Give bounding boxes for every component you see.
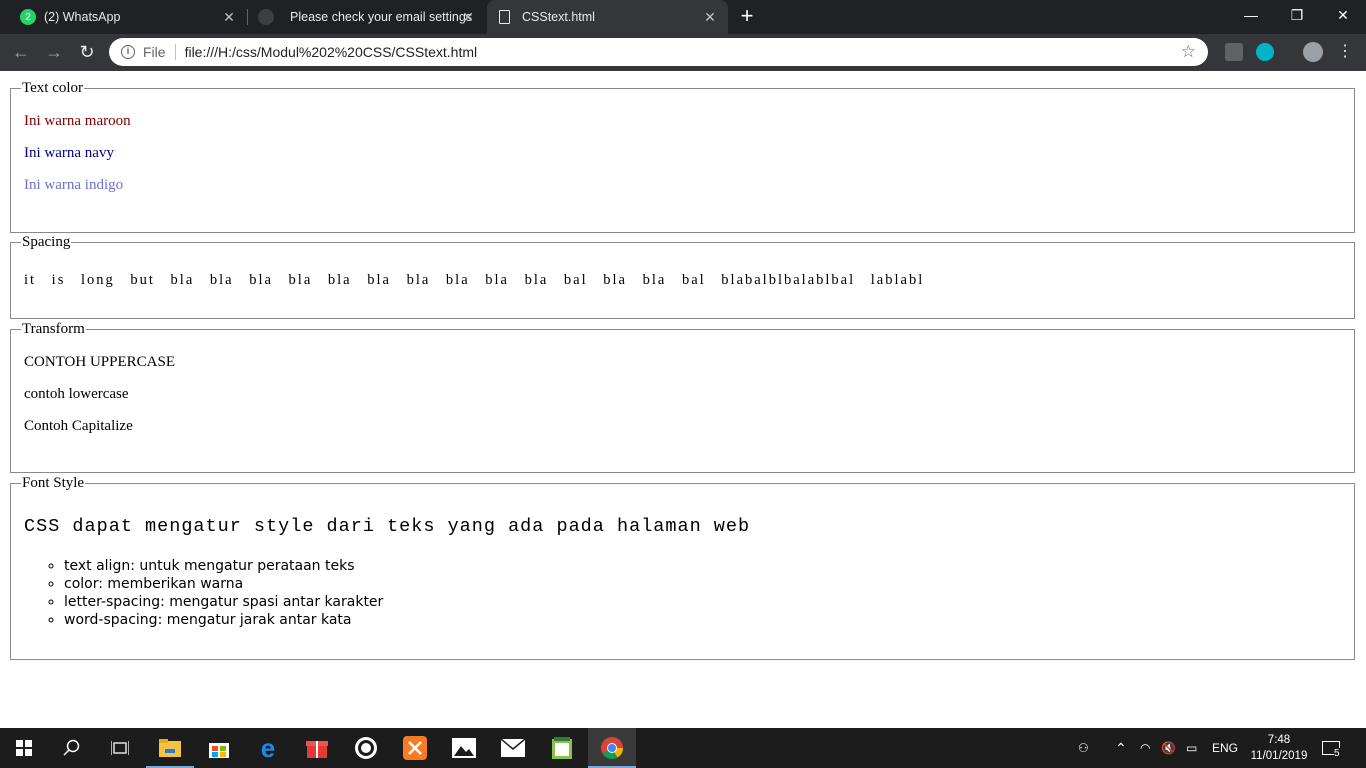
list-item: word-spacing: mengatur jarak antar kata — [64, 611, 1341, 629]
text-maroon: Ini warna maroon — [24, 113, 131, 129]
fieldset-font-style: Font Style CSS dapat mengatur style dari… — [10, 475, 1355, 660]
legend-transform: Transform — [22, 321, 85, 337]
reload-icon[interactable]: ↻ — [75, 40, 99, 64]
text-uppercase: CONTOH UPPERCASE — [24, 354, 176, 370]
windows-start-icon[interactable] — [0, 728, 48, 768]
legend-spacing: Spacing — [22, 234, 71, 250]
legend-font-style: Font Style — [22, 475, 85, 491]
close-tab-icon[interactable]: ✕ — [460, 9, 476, 25]
tab-csstext[interactable]: CSStext.html ✕ — [487, 0, 728, 34]
address-bar[interactable]: i File file:///H:/css/Modul%202%20CSS/CS… — [109, 38, 1208, 66]
speaker-muted-icon[interactable]: 🔇 — [1161, 728, 1176, 768]
close-tab-icon[interactable]: ✕ — [221, 9, 237, 25]
forward-arrow-icon[interactable]: → — [42, 40, 66, 64]
list-item: text align: untuk mengatur perataan teks — [64, 557, 1341, 575]
info-icon[interactable]: i — [121, 45, 135, 59]
tab-email-settings[interactable]: Please check your email settings ✕ — [248, 0, 486, 34]
whatsapp-icon: 2 — [20, 9, 36, 25]
profile-avatar-icon[interactable] — [1303, 42, 1323, 62]
close-tab-icon[interactable]: ✕ — [702, 9, 718, 25]
minimize-button[interactable]: — — [1228, 0, 1274, 30]
mail-icon[interactable] — [489, 728, 537, 768]
back-arrow-icon[interactable]: ← — [9, 40, 33, 64]
url-text[interactable]: file:///H:/css/Modul%202%20CSS/CSStext.h… — [185, 44, 478, 60]
chevron-up-icon[interactable]: ⌃ — [1115, 728, 1127, 768]
legend-text-color: Text color — [22, 80, 84, 96]
bookmark-star-icon[interactable]: ☆ — [1181, 42, 1196, 62]
page-icon — [499, 10, 510, 24]
whatsapp-icon[interactable] — [342, 728, 390, 768]
notification-center-icon[interactable]: 5 — [1322, 728, 1340, 768]
chrome-icon[interactable] — [588, 728, 636, 768]
language-indicator[interactable]: ENG — [1212, 728, 1238, 768]
menu-kebab-icon[interactable]: ⋮ — [1333, 40, 1357, 64]
search-icon[interactable] — [48, 728, 96, 768]
tab-title: CSStext.html — [522, 10, 595, 24]
close-window-button[interactable]: ✕ — [1320, 0, 1366, 30]
file-explorer-icon[interactable] — [146, 728, 194, 768]
tab-strip: 2 (2) WhatsApp ✕ Please check your email… — [0, 0, 1366, 34]
photos-icon[interactable] — [440, 728, 488, 768]
scheme-label: File — [143, 44, 166, 60]
page-content: Text color Ini warna maroon Ini warna na… — [0, 71, 1366, 728]
text-navy: Ini warna navy — [24, 145, 114, 161]
notification-count: 5 — [1334, 747, 1340, 759]
clock-time: 7:48 — [1267, 734, 1291, 746]
clock-date: 11/01/2019 — [1250, 750, 1308, 762]
clock[interactable]: 7:48 11/01/2019 — [1244, 732, 1314, 764]
font-style-heading: CSS dapat mengatur style dari teks yang … — [24, 516, 751, 537]
tab-title: Please check your email settings — [290, 10, 473, 24]
people-icon[interactable]: ⚇ — [1078, 728, 1089, 768]
tab-title: (2) WhatsApp — [44, 10, 121, 24]
store-icon[interactable] — [195, 728, 243, 768]
github-icon — [258, 9, 274, 25]
divider — [174, 44, 176, 60]
notepad-icon[interactable] — [538, 728, 586, 768]
spacing-text: it is long but bla bla bla bla bla bla b… — [24, 272, 925, 288]
gift-icon[interactable] — [293, 728, 341, 768]
xampp-icon[interactable] — [391, 728, 439, 768]
extension-icon[interactable] — [1225, 43, 1243, 61]
windows-taskbar: e ⚇ ⌃ ◠ 🔇 ▭ ENG 7:48 11/01/2019 5 — [0, 728, 1366, 768]
fieldset-transform: Transform CONTOH UPPERCASE contoh lowerc… — [10, 321, 1355, 473]
list-item: letter-spacing: mengatur spasi antar kar… — [64, 593, 1341, 611]
list-item: color: memberikan warna — [64, 575, 1341, 593]
task-view-icon[interactable] — [96, 728, 144, 768]
tab-whatsapp[interactable]: 2 (2) WhatsApp ✕ — [0, 0, 247, 34]
extension-m-icon[interactable] — [1256, 43, 1274, 61]
text-capitalize: Contoh Capitalize — [24, 418, 133, 434]
fieldset-spacing: Spacing it is long but bla bla bla bla b… — [10, 234, 1355, 319]
browser-toolbar: ← → ↻ i File file:///H:/css/Modul%202%20… — [0, 34, 1366, 71]
fieldset-text-color: Text color Ini warna maroon Ini warna na… — [10, 80, 1355, 233]
wifi-icon[interactable]: ◠ — [1140, 728, 1150, 768]
text-indigo: Ini warna indigo — [24, 177, 124, 193]
new-tab-button[interactable]: + — [735, 5, 759, 29]
edge-icon[interactable]: e — [244, 728, 292, 768]
battery-icon[interactable]: ▭ — [1186, 728, 1197, 768]
text-lowercase: contoh lowercase — [24, 386, 129, 402]
restore-button[interactable]: ❐ — [1274, 0, 1320, 30]
property-list: text align: untuk mengatur perataan teks… — [24, 557, 1341, 629]
